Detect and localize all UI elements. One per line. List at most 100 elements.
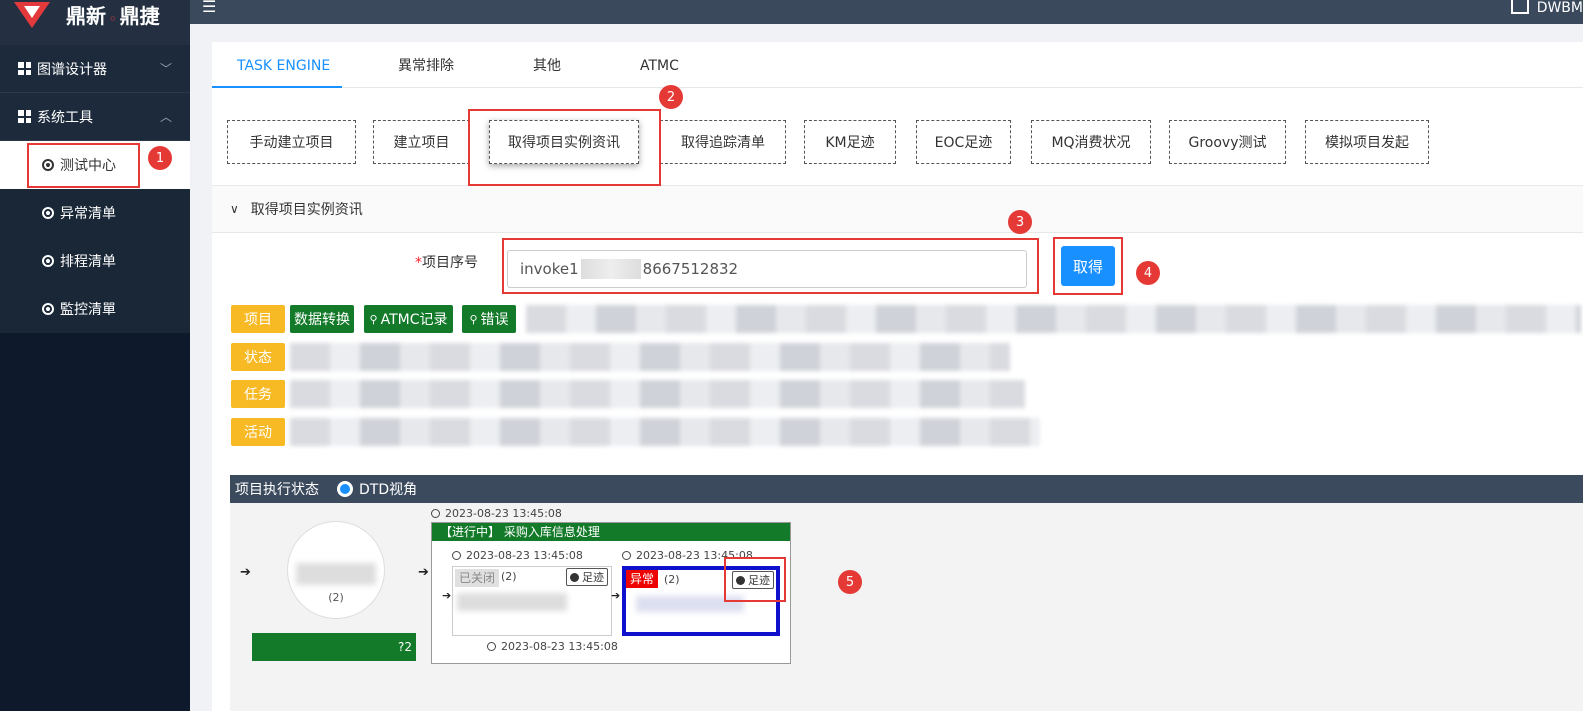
collapse-panel-header[interactable]: ∨ 取得项目实例资讯 bbox=[212, 185, 1583, 233]
execution-status-graph: ➔ (2) ?2 ➔ 2023-08-23 13:45:08 【进行中】 采购入… bbox=[230, 503, 1583, 711]
sidebar-group-system-tools[interactable]: 系统工具 ︿ bbox=[0, 93, 190, 141]
annotation-number-3: 3 bbox=[1008, 210, 1032, 234]
redacted-content bbox=[290, 343, 1010, 371]
chrome-icon bbox=[42, 255, 54, 267]
execution-status-title: 项目执行状态 bbox=[235, 482, 319, 498]
tab-task-engine[interactable]: TASK ENGINE bbox=[237, 42, 330, 88]
get-project-instance-button[interactable]: 取得项目实例资讯 bbox=[489, 120, 639, 164]
annotation-number-1: 1 bbox=[148, 146, 172, 170]
menu-collapse-icon[interactable]: ☰ bbox=[202, 0, 216, 15]
data-convert-button[interactable]: 数据转换 bbox=[290, 305, 354, 333]
dtd-view-label: DTD视角 bbox=[359, 482, 418, 498]
chevron-down-icon: ﹀ bbox=[159, 62, 172, 76]
search-icon: ⚲ bbox=[369, 312, 378, 326]
panel-title: 取得项目实例资讯 bbox=[250, 202, 363, 218]
task-timestamp: 2023-08-23 13:45:08 bbox=[452, 549, 583, 562]
redacted-content bbox=[636, 596, 744, 612]
activity-tag: 活动 bbox=[231, 418, 285, 446]
sidebar-item-label: 异常清单 bbox=[60, 206, 116, 222]
annotation-number-5: 5 bbox=[838, 570, 862, 594]
check-circle-icon bbox=[570, 572, 579, 582]
user-label: DWBM bbox=[1536, 0, 1583, 16]
tab-bar: TASK ENGINE 異常排除 其他 ATMC bbox=[212, 42, 1583, 88]
project-node[interactable]: (2) bbox=[287, 521, 385, 619]
tab-other[interactable]: 其他 bbox=[533, 42, 561, 88]
km-trace-button[interactable]: KM足迹 bbox=[804, 120, 896, 164]
clock-icon bbox=[622, 551, 631, 560]
chevron-down-icon: ∨ bbox=[230, 202, 239, 216]
tab-exception-fix[interactable]: 異常排除 bbox=[398, 42, 454, 88]
trace-button[interactable]: 足迹 bbox=[566, 568, 608, 586]
execution-status-header: 项目执行状态 DTD视角 bbox=[230, 475, 1583, 503]
top-bar: ☰ DWBM bbox=[190, 0, 1583, 24]
chevron-up-icon: ︿ bbox=[159, 110, 172, 124]
search-icon: ⚲ bbox=[469, 312, 478, 326]
status-row: 状态 bbox=[231, 343, 1031, 371]
manual-create-project-button[interactable]: 手动建立项目 bbox=[227, 120, 356, 164]
process-node: 【进行中】 采购入库信息处理 2023-08-23 13:45:08 2023-… bbox=[431, 522, 791, 664]
arrow-right-icon: ➔ bbox=[418, 565, 429, 580]
user-menu[interactable]: DWBM bbox=[1510, 0, 1583, 16]
logo: 鼎新 ◦ 鼎捷 bbox=[0, 0, 190, 45]
action-toolbar: 手动建立项目 建立项目 取得项目实例资讯 取得追踪清单 KM足迹 EOC足迹 M… bbox=[212, 102, 1583, 182]
clock-icon bbox=[452, 551, 461, 560]
status-tag: 状态 bbox=[231, 343, 285, 371]
redacted-content bbox=[526, 305, 1581, 333]
closed-badge: 已关闭 bbox=[455, 569, 500, 587]
sidebar-group-label: 系统工具 bbox=[37, 109, 93, 126]
task-tag: 任务 bbox=[231, 380, 285, 408]
brand-logo-icon bbox=[14, 1, 50, 28]
chrome-icon bbox=[42, 207, 54, 219]
mq-status-button[interactable]: MQ消费状况 bbox=[1031, 120, 1151, 164]
sidebar-group-label: 图谱设计器 bbox=[37, 61, 107, 78]
project-tag: 项目 bbox=[231, 305, 285, 333]
closed-task-node[interactable]: 已关闭 (2) 足迹 bbox=[452, 566, 612, 636]
eoc-trace-button[interactable]: EOC足迹 bbox=[916, 120, 1011, 164]
project-serial-label: *项目序号 bbox=[415, 255, 478, 271]
sidebar-item-label: 排程清单 bbox=[60, 254, 116, 270]
sidebar: 鼎新 ◦ 鼎捷 图谱设计器 ﹀ 系统工具 ︿ 测试中心 异常清单 排程清单 監控清單 bbox=[0, 0, 190, 711]
redacted-content bbox=[296, 563, 376, 585]
project-node-label: ?2 bbox=[252, 633, 416, 661]
grid-icon bbox=[18, 110, 31, 123]
brand-name: 鼎新 ◦ 鼎捷 bbox=[66, 4, 160, 28]
trace-button[interactable]: 足迹 bbox=[732, 571, 774, 589]
annotation-number-2: 2 bbox=[659, 85, 683, 109]
grid-icon bbox=[18, 62, 31, 75]
create-project-button[interactable]: 建立项目 bbox=[373, 120, 470, 164]
fetch-button[interactable]: 取得 bbox=[1061, 246, 1115, 286]
annotation-number-4: 4 bbox=[1136, 261, 1160, 285]
atmc-record-button[interactable]: ⚲ ATMC记录 bbox=[364, 305, 453, 333]
check-circle-icon bbox=[736, 575, 745, 585]
sidebar-item-monitor-list[interactable]: 監控清單 bbox=[0, 285, 190, 333]
sidebar-item-label: 監控清單 bbox=[60, 302, 116, 318]
arrow-right-icon: ➔ bbox=[442, 589, 452, 602]
get-trace-list-button[interactable]: 取得追踪清单 bbox=[660, 120, 786, 164]
process-title: 【进行中】 采购入库信息处理 bbox=[432, 523, 790, 541]
building-icon bbox=[1510, 0, 1529, 14]
task-row: 任务 bbox=[231, 380, 1051, 408]
process-timestamp: 2023-08-23 13:45:08 bbox=[431, 507, 562, 520]
sidebar-group-graph-designer[interactable]: 图谱设计器 ﹀ bbox=[0, 45, 190, 93]
arrow-right-icon: ➔ bbox=[611, 589, 621, 602]
sidebar-item-exception-list[interactable]: 异常清单 bbox=[0, 189, 190, 237]
error-badge: 异常 bbox=[626, 570, 659, 588]
tab-active-indicator bbox=[212, 86, 342, 88]
main-content: TASK ENGINE 異常排除 其他 ATMC 手动建立项目 建立项目 取得项… bbox=[212, 42, 1583, 711]
redacted-content bbox=[290, 380, 1025, 408]
activity-row: 活动 bbox=[231, 418, 1051, 446]
clock-icon bbox=[487, 642, 496, 651]
chrome-icon bbox=[42, 303, 54, 315]
error-task-node[interactable]: 异常 (2) 足迹 bbox=[622, 566, 780, 636]
tab-atmc[interactable]: ATMC bbox=[640, 42, 679, 88]
dtd-view-radio[interactable] bbox=[337, 481, 353, 497]
error-button[interactable]: ⚲ 错误 bbox=[462, 305, 516, 333]
sidebar-item-schedule-list[interactable]: 排程清单 bbox=[0, 237, 190, 285]
project-serial-input[interactable]: invoke1 8667512832 bbox=[507, 250, 1027, 288]
redacted-text bbox=[580, 259, 641, 279]
groovy-test-button[interactable]: Groovy测试 bbox=[1169, 120, 1286, 164]
simulate-project-button[interactable]: 模拟项目发起 bbox=[1305, 120, 1429, 164]
task-timestamp: 2023-08-23 13:45:08 bbox=[487, 640, 618, 653]
clock-icon bbox=[431, 509, 440, 518]
arrow-right-icon: ➔ bbox=[240, 565, 251, 580]
